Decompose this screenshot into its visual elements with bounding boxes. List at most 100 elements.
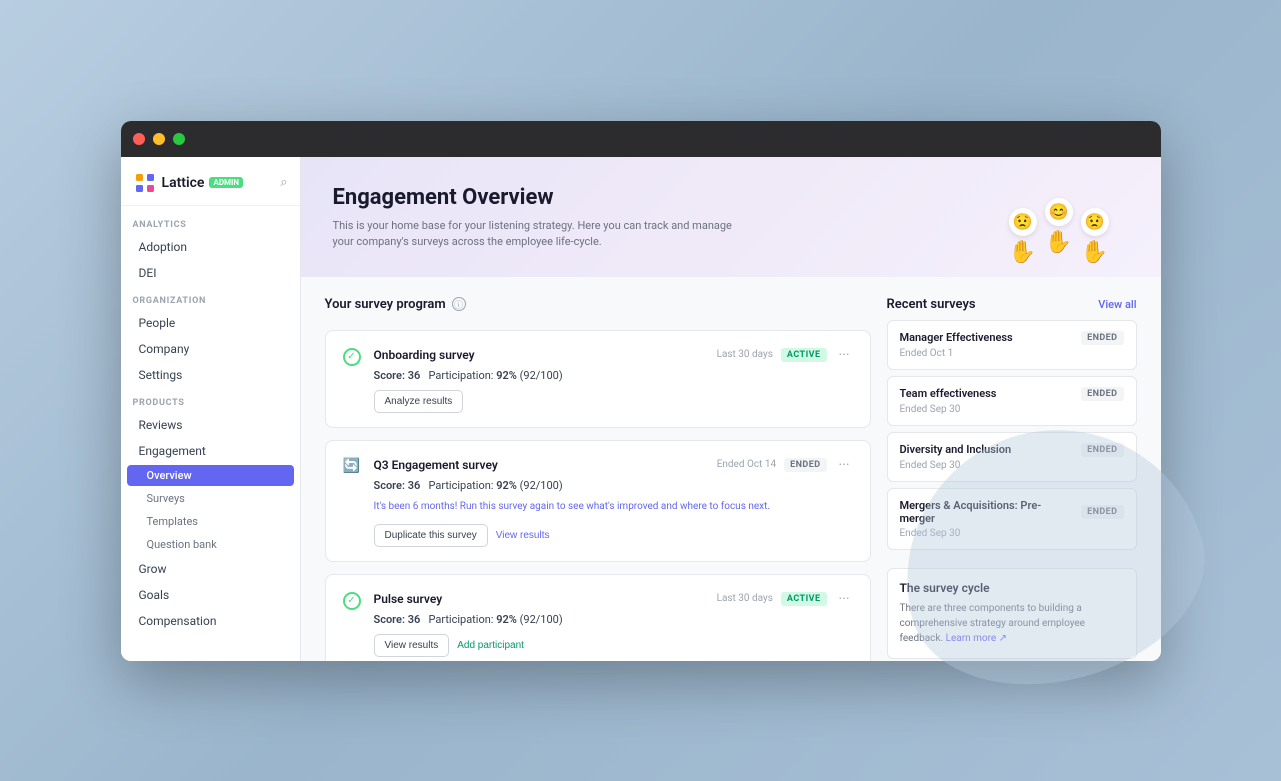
analyze-results-button[interactable]: Analyze results — [374, 390, 464, 413]
recent-item-date-0: Ended Oct 1 — [900, 348, 1124, 359]
duplicate-survey-button[interactable]: Duplicate this survey — [374, 524, 488, 547]
recent-survey-item-3[interactable]: Mergers & Acquisitions: Pre-merger ENDED… — [887, 488, 1137, 550]
survey-card-q3: 🔄 Q3 Engagement survey Ended Oct 14 ENDE… — [325, 440, 871, 562]
search-icon[interactable]: ⌕ — [280, 175, 287, 190]
pulse-badge: ACTIVE — [781, 592, 827, 606]
face-emoji-2: 😊 — [1045, 198, 1073, 226]
card-body-q3: Q3 Engagement survey Ended Oct 14 ENDED … — [374, 455, 854, 547]
survey-cycle-card: The survey cycle There are three compone… — [887, 568, 1137, 659]
onboarding-title: Onboarding survey — [374, 348, 709, 362]
pulse-meta: Last 30 days — [717, 593, 773, 604]
recent-item-title-2: Diversity and Inclusion — [900, 443, 1074, 456]
card-top-row-onboarding: Onboarding survey Last 30 days ACTIVE ··… — [374, 345, 854, 365]
reload-icon-q3: 🔄 — [343, 458, 361, 476]
organization-section-label: ORGANIZATION — [121, 286, 300, 310]
lattice-logo: Lattice Admin — [133, 171, 244, 195]
right-column: Recent surveys View all Manager Effectiv… — [887, 297, 1137, 661]
sidebar-subitem-question-bank[interactable]: Question bank — [127, 534, 294, 555]
onboarding-meta: Last 30 days — [717, 349, 773, 360]
pulse-more-btn[interactable]: ··· — [835, 589, 854, 609]
check-icon-pulse: ✓ — [343, 592, 361, 610]
sidebar-item-reviews[interactable]: Reviews — [127, 413, 294, 437]
traffic-light-red[interactable] — [133, 133, 145, 145]
sidebar-item-company[interactable]: Company — [127, 337, 294, 361]
sidebar-item-grow[interactable]: Grow — [127, 557, 294, 581]
hero-illustration: 😟 ✋ 😊 ✋ 😟 ✋ — [1009, 185, 1129, 265]
left-column: Your survey program ⓘ ✓ Onboarding surve… — [325, 297, 871, 661]
recent-surveys-title: Recent surveys — [887, 297, 976, 312]
sidebar-subitem-overview[interactable]: Overview — [127, 465, 294, 486]
recent-item-date-1: Ended Sep 30 — [900, 404, 1124, 415]
recent-item-date-2: Ended Sep 30 — [900, 460, 1124, 471]
pulse-score: Score: 36 Participation: 92% (92/100) — [374, 613, 854, 626]
recent-item-title-1: Team effectiveness — [900, 387, 1074, 400]
pulse-actions: View results Add participant — [374, 634, 854, 657]
sidebar-subitem-surveys[interactable]: Surveys — [127, 488, 294, 509]
traffic-light-yellow[interactable] — [153, 133, 165, 145]
add-participant-button[interactable]: Add participant — [457, 640, 524, 651]
body-area: Your survey program ⓘ ✓ Onboarding surve… — [301, 277, 1161, 661]
face-emoji-3: 😟 — [1081, 208, 1109, 236]
recent-item-badge-1: ENDED — [1081, 387, 1123, 401]
hand-emoji-3: 😟 ✋ — [1081, 208, 1109, 265]
onboarding-more-btn[interactable]: ··· — [835, 345, 854, 365]
recent-item-top-2: Diversity and Inclusion ENDED — [900, 443, 1124, 457]
sidebar-item-dei[interactable]: DEI — [127, 261, 294, 285]
recent-survey-item-1[interactable]: Team effectiveness ENDED Ended Sep 30 — [887, 376, 1137, 426]
face-emoji-1: 😟 — [1009, 208, 1037, 236]
browser-chrome — [121, 121, 1161, 157]
pulse-title: Pulse survey — [374, 592, 709, 606]
sidebar-item-goals[interactable]: Goals — [127, 583, 294, 607]
recent-item-badge-0: ENDED — [1081, 331, 1123, 345]
admin-badge: Admin — [209, 177, 243, 188]
recent-item-badge-3: ENDED — [1081, 505, 1123, 519]
status-icon-pulse: ✓ — [342, 591, 362, 611]
info-icon[interactable]: ⓘ — [452, 297, 466, 311]
recent-surveys-header: Recent surveys View all — [887, 297, 1137, 312]
q3-meta: Ended Oct 14 — [717, 459, 776, 470]
survey-program-header: Your survey program ⓘ — [325, 297, 871, 312]
card-top-row-pulse: Pulse survey Last 30 days ACTIVE ··· — [374, 589, 854, 609]
onboarding-score: Score: 36 Participation: 92% (92/100) — [374, 369, 854, 382]
card-body-onboarding: Onboarding survey Last 30 days ACTIVE ··… — [374, 345, 854, 413]
recent-survey-item-0[interactable]: Manager Effectiveness ENDED Ended Oct 1 — [887, 320, 1137, 370]
q3-actions: Duplicate this survey View results — [374, 524, 854, 547]
check-icon-onboarding: ✓ — [343, 348, 361, 366]
survey-program-title: Your survey program — [325, 297, 446, 312]
sidebar-item-settings[interactable]: Settings — [127, 363, 294, 387]
q3-score: Score: 36 Participation: 92% (92/100) — [374, 479, 854, 492]
view-all-link[interactable]: View all — [1098, 298, 1136, 311]
traffic-light-green[interactable] — [173, 133, 185, 145]
recent-item-top-3: Mergers & Acquisitions: Pre-merger ENDED — [900, 499, 1124, 525]
q3-title: Q3 Engagement survey — [374, 458, 709, 472]
status-icon-q3: 🔄 — [342, 457, 362, 477]
logo-text: Lattice — [162, 175, 205, 191]
view-results-button-pulse[interactable]: View results — [374, 634, 450, 657]
sidebar-item-adoption[interactable]: Adoption — [127, 235, 294, 259]
sidebar-item-compensation[interactable]: Compensation — [127, 609, 294, 633]
hero-banner: Engagement Overview This is your home ba… — [301, 157, 1161, 277]
status-icon-onboarding: ✓ — [342, 347, 362, 367]
q3-more-btn[interactable]: ··· — [835, 455, 854, 475]
onboarding-badge: ACTIVE — [781, 348, 827, 362]
hero-text: Engagement Overview This is your home ba… — [333, 185, 1009, 251]
sidebar-header: Lattice Admin ⌕ — [121, 157, 300, 206]
hero-title: Engagement Overview — [333, 185, 1009, 210]
survey-card-onboarding: ✓ Onboarding survey Last 30 days ACTIVE … — [325, 330, 871, 428]
learn-more-link[interactable]: Learn more ↗ — [946, 633, 1007, 644]
card-body-pulse: Pulse survey Last 30 days ACTIVE ··· Sco… — [374, 589, 854, 657]
survey-cycle-title: The survey cycle — [900, 581, 1124, 595]
recent-item-title-0: Manager Effectiveness — [900, 331, 1074, 344]
survey-card-pulse: ✓ Pulse survey Last 30 days ACTIVE ··· — [325, 574, 871, 661]
hero-subtitle: This is your home base for your listenin… — [333, 218, 733, 251]
hand-emoji-2: 😊 ✋ — [1045, 198, 1073, 255]
recent-survey-item-2[interactable]: Diversity and Inclusion ENDED Ended Sep … — [887, 432, 1137, 482]
view-results-link-q3[interactable]: View results — [496, 530, 550, 541]
q3-badge: ENDED — [784, 458, 826, 472]
sidebar-subitem-templates[interactable]: Templates — [127, 511, 294, 532]
sidebar-item-people[interactable]: People — [127, 311, 294, 335]
hand-emoji-1: 😟 ✋ — [1009, 208, 1037, 265]
sidebar-item-engagement[interactable]: Engagement — [127, 439, 294, 463]
survey-cycle-text: There are three components to building a… — [900, 601, 1124, 646]
onboarding-actions: Analyze results — [374, 390, 854, 413]
